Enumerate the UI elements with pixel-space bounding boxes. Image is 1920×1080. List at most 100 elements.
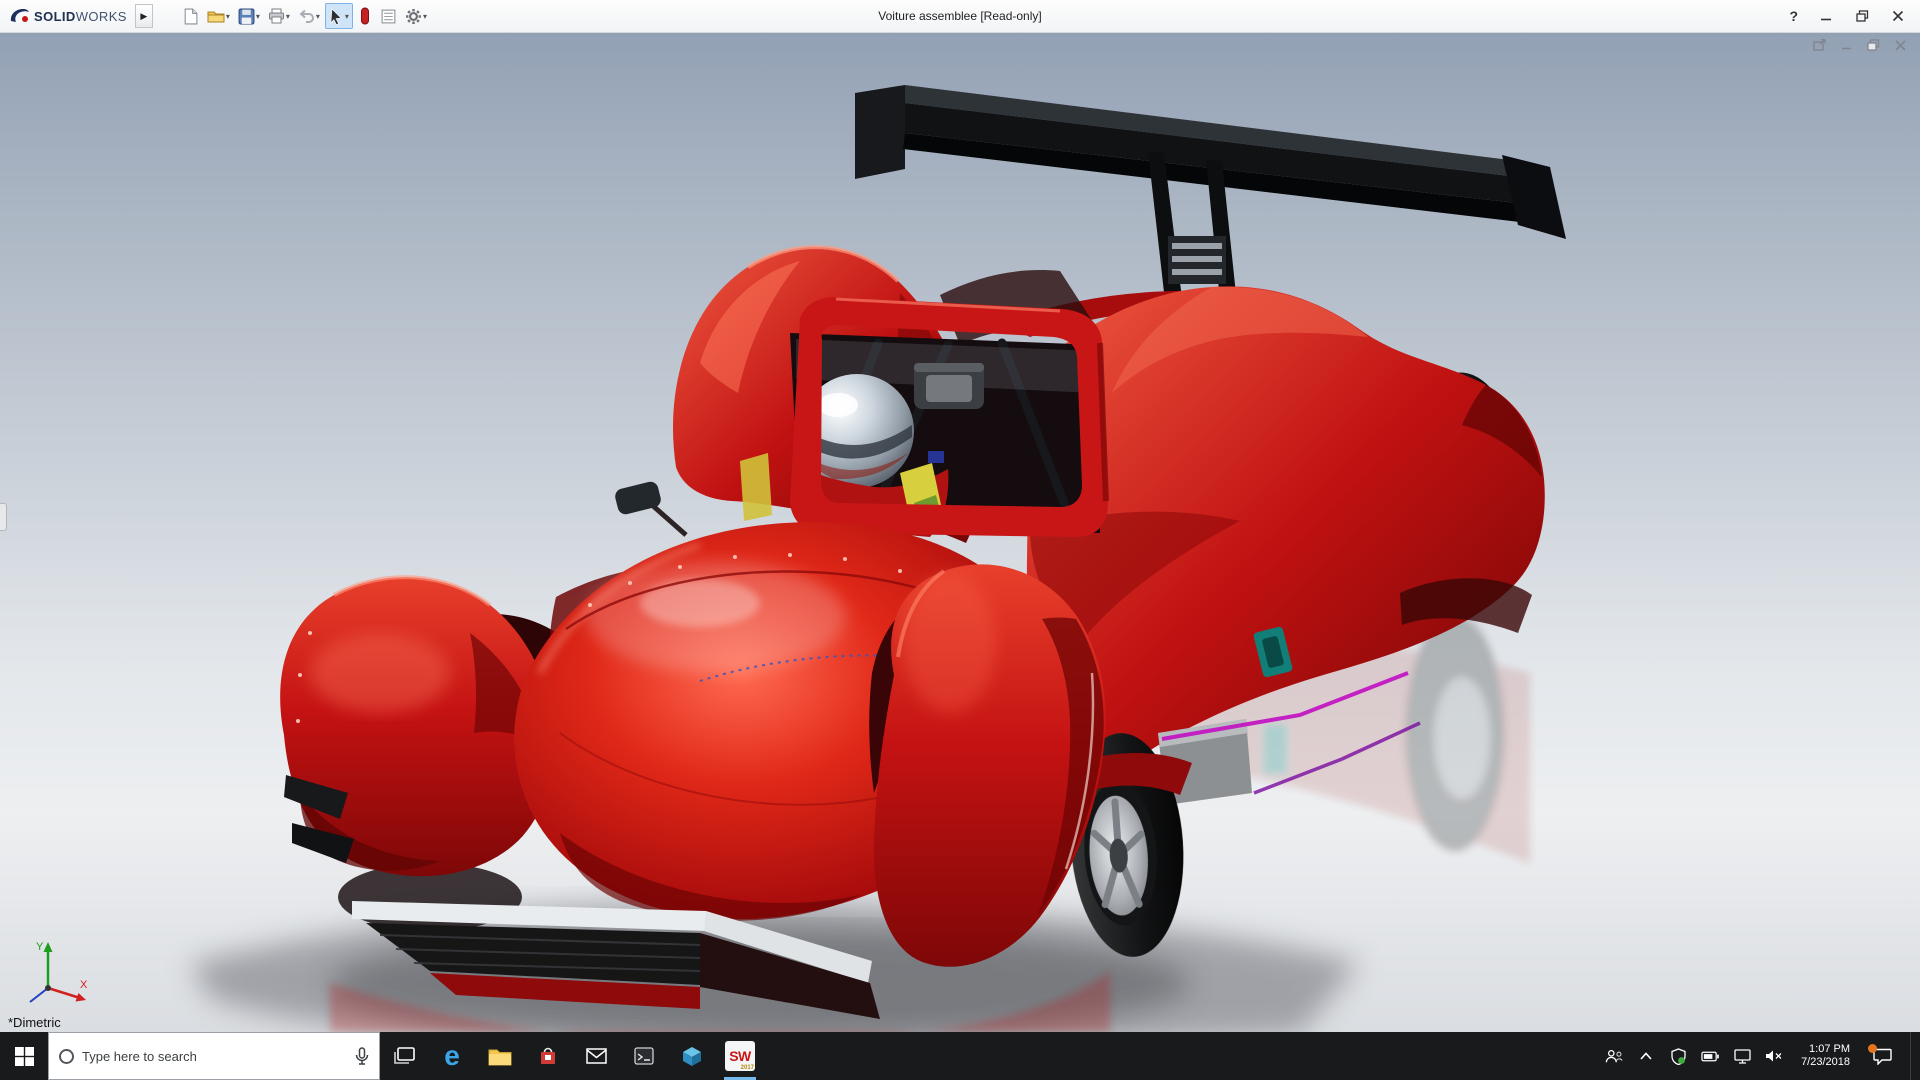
- instant3d-toggle-button[interactable]: [355, 3, 375, 29]
- taskbar-search[interactable]: [48, 1032, 380, 1080]
- people-icon: [1605, 1049, 1623, 1063]
- file-explorer-button[interactable]: [476, 1032, 524, 1080]
- left-side-mirror[interactable]: [614, 480, 688, 537]
- save-dropdown-caret[interactable]: ▾: [256, 12, 260, 21]
- volume-icon: [1766, 1050, 1782, 1062]
- help-button[interactable]: ?: [1789, 8, 1798, 24]
- console-window-icon: [634, 1047, 654, 1065]
- solidworks-year-text: 2017: [740, 1065, 754, 1071]
- network-button[interactable]: [1733, 1036, 1751, 1076]
- mail-icon: [585, 1048, 607, 1064]
- battery-button[interactable]: [1701, 1036, 1719, 1076]
- close-button[interactable]: [1890, 9, 1906, 23]
- doc-minimize-button[interactable]: [1839, 38, 1854, 52]
- print-dropdown-caret[interactable]: ▾: [286, 12, 290, 21]
- orientation-triad: Y X: [29, 941, 88, 1003]
- task-view-button[interactable]: [380, 1032, 428, 1080]
- minimize-button[interactable]: [1818, 9, 1834, 23]
- show-desktop-button[interactable]: [1910, 1032, 1916, 1080]
- undo-button[interactable]: ▾: [295, 3, 323, 29]
- ethernet-display-icon: [1733, 1048, 1751, 1064]
- action-center-button[interactable]: [1868, 1036, 1896, 1076]
- task-view-icon: [393, 1047, 415, 1064]
- taskbar-clock[interactable]: 1:07 PM 7/23/2018: [1797, 1043, 1854, 1069]
- view-orientation-label: *Dimetric: [8, 1015, 61, 1030]
- clock-time: 1:07 PM: [1809, 1043, 1850, 1055]
- select-tool-button[interactable]: ▾: [324, 3, 353, 29]
- store-button[interactable]: [524, 1032, 572, 1080]
- windows-logo-icon: [14, 1046, 34, 1066]
- security-status-button[interactable]: [1669, 1036, 1687, 1076]
- app-logo: SOLIDWORKS: [0, 6, 133, 26]
- brand-works: WORKS: [75, 8, 127, 24]
- sheet-icon: [381, 9, 396, 23]
- doc-close-button[interactable]: [1893, 38, 1908, 52]
- save-button[interactable]: ▾: [235, 3, 263, 29]
- minimize-icon: [1821, 18, 1831, 21]
- clock-date: 7/23/2018: [1801, 1056, 1850, 1068]
- save-icon: [238, 8, 255, 24]
- open-folder-icon: [207, 11, 225, 23]
- system-tray: 1:07 PM 7/23/2018: [1605, 1032, 1920, 1080]
- print-icon: [268, 8, 284, 24]
- solidworks-app-icon: SW 2017: [725, 1041, 755, 1071]
- select-dropdown-caret[interactable]: ▾: [345, 12, 349, 21]
- cube-3d-icon: [683, 1046, 701, 1066]
- select-cursor-icon: [330, 7, 342, 25]
- restore-button[interactable]: [1854, 9, 1870, 23]
- float-window-button[interactable]: [1812, 38, 1827, 52]
- open-button[interactable]: ▾: [204, 3, 233, 29]
- edge-button[interactable]: e: [428, 1032, 476, 1080]
- titlebar-controls: ?: [1789, 8, 1920, 24]
- file-explorer-icon: [488, 1049, 512, 1065]
- red-capsule-icon: [360, 7, 369, 25]
- new-document-icon: [184, 8, 198, 24]
- solidworks-sw-text: SW: [729, 1048, 751, 1064]
- cortana-icon: [59, 1048, 74, 1064]
- mail-button[interactable]: [572, 1032, 620, 1080]
- volume-button[interactable]: [1765, 1036, 1783, 1076]
- print-button[interactable]: ▾: [265, 3, 293, 29]
- console-app-button[interactable]: [620, 1032, 668, 1080]
- options-button[interactable]: ▾: [402, 3, 430, 29]
- main-toolbar: ▾ ▾ ▾ ▾ ▾ ▾: [179, 3, 430, 29]
- ds-logo-icon: [10, 9, 29, 22]
- search-input[interactable]: [82, 1048, 347, 1064]
- panel-splitter-handle[interactable]: [0, 502, 7, 531]
- close-icon: [1892, 10, 1904, 22]
- store-bag-icon: [541, 1047, 555, 1064]
- microphone-icon[interactable]: [355, 1046, 369, 1066]
- options-dropdown-caret[interactable]: ▾: [423, 12, 427, 21]
- people-button[interactable]: [1605, 1036, 1623, 1076]
- solidworks-taskbar-button[interactable]: SW 2017: [716, 1032, 764, 1080]
- shield-status-icon: [1670, 1047, 1686, 1065]
- document-sheet-button[interactable]: [377, 3, 400, 29]
- chevron-up-icon: [1640, 1052, 1652, 1060]
- notification-badge: [1868, 1044, 1877, 1053]
- windows-taskbar: e: [0, 1032, 1920, 1080]
- undo-dropdown-caret[interactable]: ▾: [316, 12, 320, 21]
- car-model[interactable]: [280, 245, 1545, 1019]
- 3d-app-button[interactable]: [668, 1032, 716, 1080]
- start-button[interactable]: [0, 1032, 48, 1080]
- open-dropdown-caret[interactable]: ▾: [226, 12, 230, 21]
- brand-solid: SOLID: [34, 8, 76, 24]
- doc-restore-button[interactable]: [1866, 38, 1881, 52]
- document-window-controls: [1812, 38, 1908, 52]
- solidworks-app-window: SOLIDWORKS ▶ ▾ ▾ ▾ ▾ ▾ ▾ Voiture assembl…: [0, 0, 1920, 1080]
- cockpit-yellow-panel: [740, 453, 772, 521]
- undo-icon: [299, 9, 314, 23]
- viewport-3d-scene[interactable]: [0, 33, 1920, 1032]
- new-document-button[interactable]: [179, 3, 202, 29]
- restore-icon: [1855, 10, 1868, 22]
- title-bar: SOLIDWORKS ▶ ▾ ▾ ▾ ▾ ▾ ▾ Voiture assembl…: [0, 0, 1920, 33]
- battery-icon: [1701, 1051, 1719, 1061]
- triad-x-label: X: [80, 979, 88, 991]
- edge-icon: e: [444, 1040, 460, 1071]
- menu-expand-button[interactable]: ▶: [134, 4, 153, 28]
- hidden-icons-button[interactable]: [1637, 1036, 1655, 1076]
- graphics-viewport[interactable]: Y X *Dimetric: [0, 33, 1920, 1032]
- rearview-mirror[interactable]: [914, 363, 984, 409]
- brand-text: SOLIDWORKS: [34, 9, 127, 24]
- front-right-fender[interactable]: [869, 564, 1106, 967]
